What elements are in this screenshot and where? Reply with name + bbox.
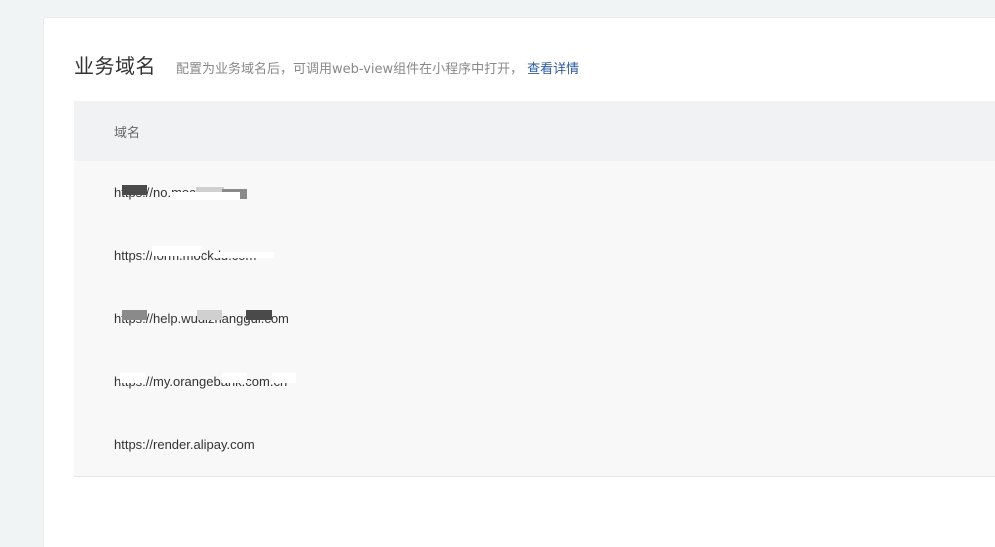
table-header: 域名: [74, 101, 995, 161]
domain-cell: https://render.alipay.com: [114, 437, 255, 452]
table-body: https://no.mockdo.com https://form.mockd…: [74, 161, 995, 476]
domain-table: 域名 https://no.mockdo.com https://form.mo…: [74, 101, 995, 477]
redaction-mark: [272, 373, 296, 383]
table-row: https://render.alipay.com: [74, 413, 995, 476]
redaction-mark: [246, 310, 272, 320]
redaction-mark: [222, 373, 247, 383]
section-header: 业务域名 配置为业务域名后，可调用web-view组件在小程序中打开， 查看详情: [74, 50, 579, 79]
business-domain-card: 业务域名 配置为业务域名后，可调用web-view组件在小程序中打开， 查看详情…: [43, 17, 995, 547]
table-row: https://form.mockdu.com: [74, 224, 995, 287]
redaction-mark: [214, 252, 274, 258]
table-row: https://help.wudizhanggui.com: [74, 287, 995, 350]
redaction-mark: [152, 246, 202, 256]
redaction-mark: [197, 310, 222, 320]
redaction-mark: [170, 192, 240, 200]
table-row: https://no.mockdo.com: [74, 161, 995, 224]
redaction-mark: [122, 310, 147, 320]
column-header-domain: 域名: [114, 125, 141, 141]
view-details-link[interactable]: 查看详情: [527, 58, 579, 77]
section-description: 配置为业务域名后，可调用web-view组件在小程序中打开，: [176, 62, 524, 77]
redaction-mark: [122, 185, 147, 195]
redaction-mark: [120, 373, 145, 383]
section-title: 业务域名: [74, 54, 156, 78]
table-row: https://my.orangebank.com.cn: [74, 350, 995, 413]
